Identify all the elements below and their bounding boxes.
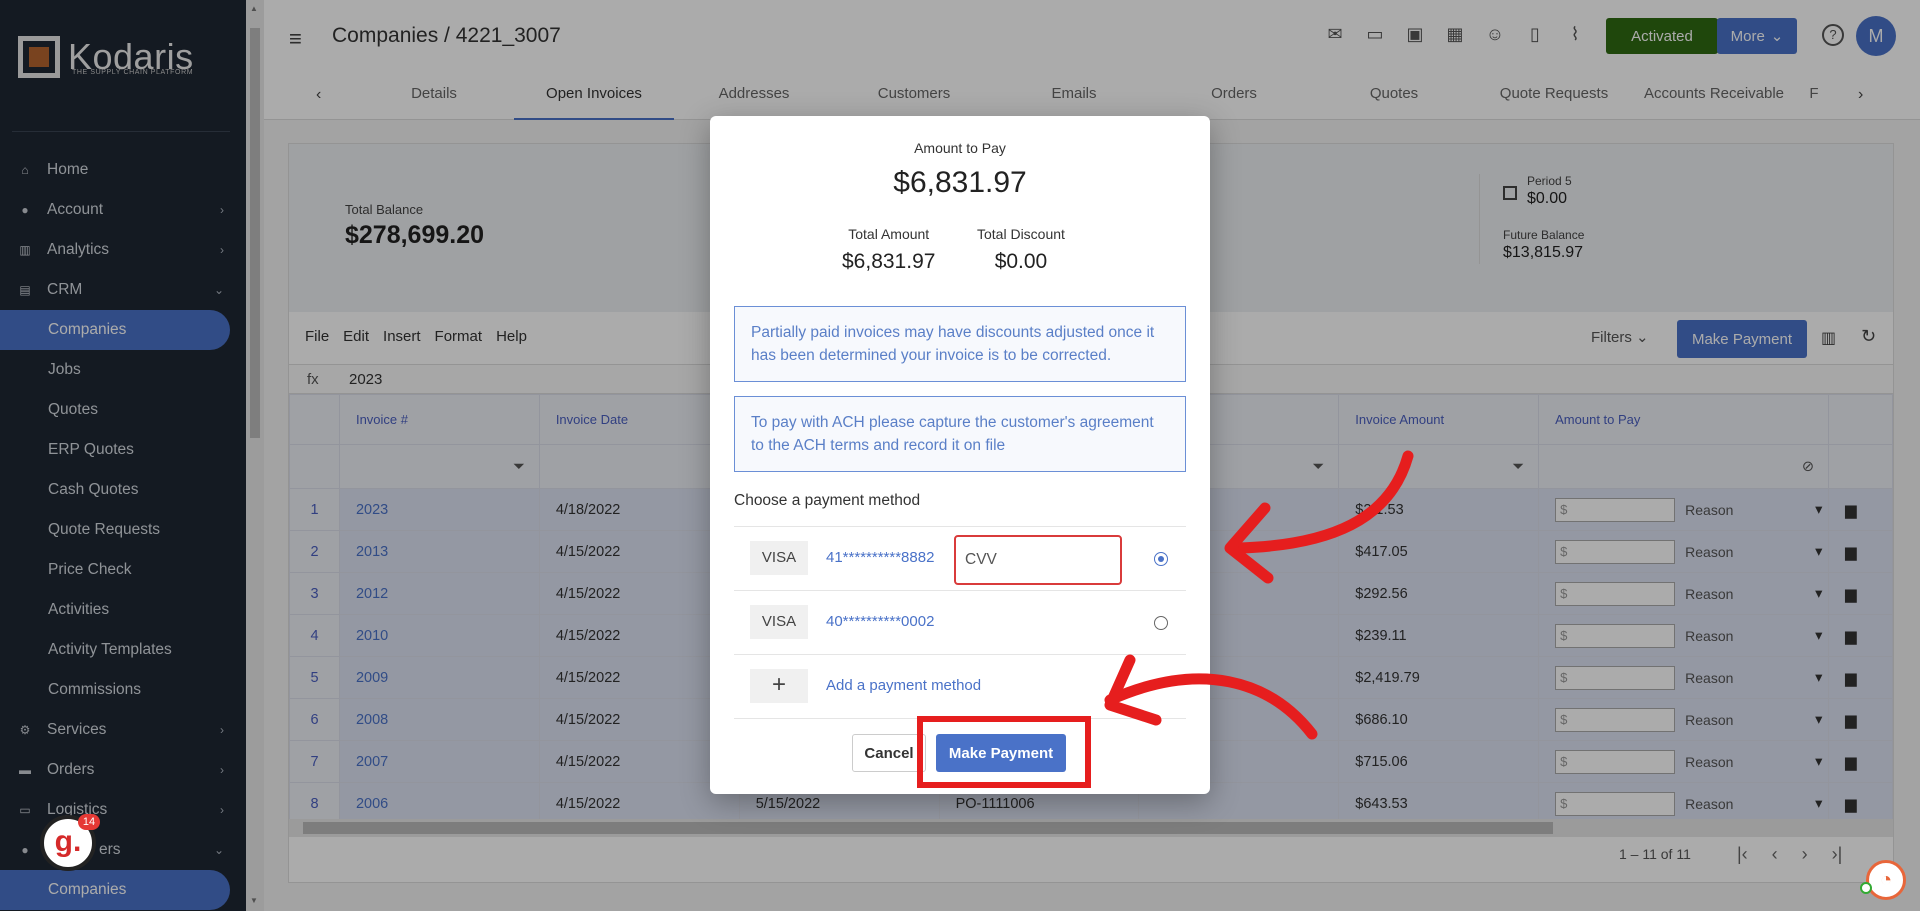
online-status-icon bbox=[1860, 882, 1872, 894]
payment-method-radio[interactable] bbox=[1154, 552, 1168, 566]
annotation-highlight-box bbox=[917, 716, 1091, 788]
plus-icon: + bbox=[750, 669, 808, 703]
cancel-button[interactable]: Cancel bbox=[852, 734, 926, 772]
payment-method-radio[interactable] bbox=[1154, 616, 1168, 630]
visa-card-icon: VISA bbox=[750, 605, 808, 639]
payment-method-row[interactable]: VISA 40**********0002 bbox=[734, 590, 1186, 654]
payment-method-row[interactable]: VISA 41**********8882 CVV bbox=[734, 526, 1186, 590]
amount-to-pay-label: Amount to Pay bbox=[914, 140, 1006, 156]
ach-info-box: To pay with ACH please capture the custo… bbox=[734, 396, 1186, 472]
add-payment-method-link[interactable]: Add a payment method bbox=[826, 677, 981, 694]
amount-to-pay-value: $6,831.97 bbox=[893, 166, 1027, 199]
add-payment-method-row[interactable]: + Add a payment method bbox=[734, 654, 1186, 718]
card-number: 41**********8882 bbox=[826, 549, 935, 566]
payment-dialog: Amount to Pay $6,831.97 Total Amount $6,… bbox=[710, 116, 1210, 794]
notification-count-badge: 14 bbox=[78, 814, 100, 830]
choose-payment-label: Choose a payment method bbox=[734, 492, 921, 509]
card-number: 40**********0002 bbox=[826, 613, 935, 630]
discount-info-box: Partially paid invoices may have discoun… bbox=[734, 306, 1186, 382]
visa-card-icon: VISA bbox=[750, 541, 808, 575]
cvv-input[interactable]: CVV bbox=[954, 535, 1122, 585]
total-discount: Total Discount $0.00 bbox=[977, 226, 1065, 273]
total-amount: Total Amount $6,831.97 bbox=[842, 226, 936, 273]
chat-support-icon[interactable]: ◔ bbox=[1866, 860, 1906, 900]
